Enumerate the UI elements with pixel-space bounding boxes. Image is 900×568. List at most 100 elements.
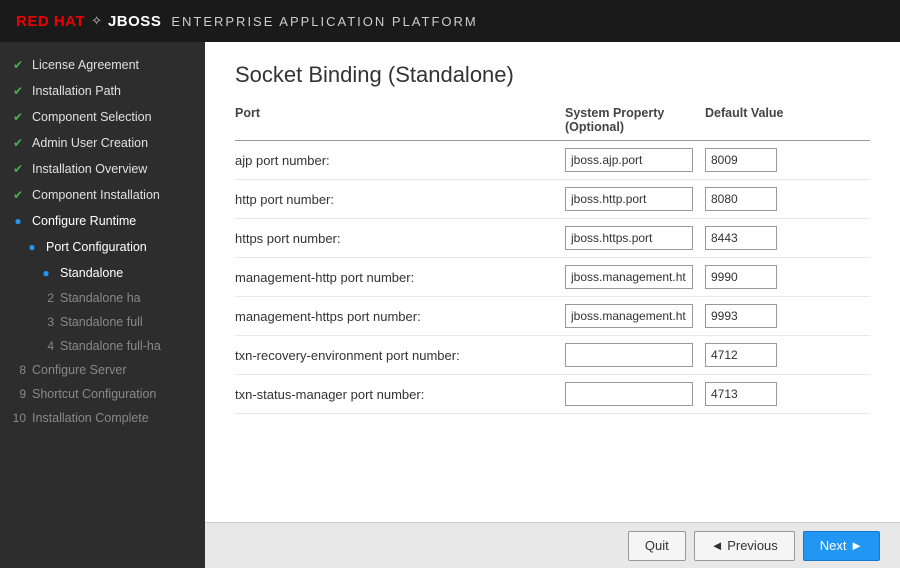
port-row-ajp: ajp port number:	[235, 141, 870, 180]
port-label: management-https port number:	[235, 309, 565, 324]
check-icon: ✔	[10, 161, 26, 177]
check-icon: ✔	[10, 109, 26, 125]
jboss-text: JBOSS	[108, 13, 161, 30]
port-label: txn-recovery-environment port number:	[235, 348, 565, 363]
txn-status-sysprop-input[interactable]	[565, 382, 693, 406]
hat-icon: ✧	[91, 13, 102, 29]
default-cell	[705, 226, 835, 250]
port-label: https port number:	[235, 231, 565, 246]
txn-status-default-input[interactable]	[705, 382, 777, 406]
sysprop-cell	[565, 187, 705, 211]
table-header: Port System Property(Optional) Default V…	[235, 106, 870, 141]
sidebar-item-standalone-full-ha[interactable]: 4 Standalone full-ha	[0, 334, 205, 358]
sidebar-label: License Agreement	[32, 58, 139, 72]
page-title: Socket Binding (Standalone)	[235, 62, 870, 88]
circle-active-icon: ●	[10, 213, 26, 229]
mgmt-http-sysprop-input[interactable]	[565, 265, 693, 289]
port-row-txn-recovery: txn-recovery-environment port number:	[235, 336, 870, 375]
sidebar-label: Component Selection	[32, 110, 152, 124]
default-cell	[705, 343, 835, 367]
sidebar-item-install-path[interactable]: ✔ Installation Path	[0, 78, 205, 104]
txn-recovery-default-input[interactable]	[705, 343, 777, 367]
sidebar-label: Configure Server	[32, 363, 127, 377]
sysprop-cell	[565, 382, 705, 406]
red-hat-text: RED HAT	[16, 13, 85, 30]
ajp-sysprop-input[interactable]	[565, 148, 693, 172]
sidebar-label: Standalone ha	[60, 291, 141, 305]
port-label: txn-status-manager port number:	[235, 387, 565, 402]
port-label: http port number:	[235, 192, 565, 207]
sidebar-label: Installation Complete	[32, 411, 149, 425]
content-area: Socket Binding (Standalone) Port System …	[205, 42, 900, 522]
https-sysprop-input[interactable]	[565, 226, 693, 250]
logo: RED HAT ✧ JBOSS ENTERPRISE APPLICATION P…	[16, 13, 478, 30]
sidebar-item-admin-user[interactable]: ✔ Admin User Creation	[0, 130, 205, 156]
sidebar-label: Shortcut Configuration	[32, 387, 156, 401]
sidebar-item-port-config[interactable]: ● Port Configuration	[0, 234, 205, 260]
port-row-https: https port number:	[235, 219, 870, 258]
sidebar-item-standalone-ha[interactable]: 2 Standalone ha	[0, 286, 205, 310]
col-default-header: Default Value	[705, 106, 835, 134]
sysprop-cell	[565, 343, 705, 367]
quit-button[interactable]: Quit	[628, 531, 686, 561]
http-default-input[interactable]	[705, 187, 777, 211]
sidebar-label: Component Installation	[32, 188, 160, 202]
default-cell	[705, 265, 835, 289]
sidebar-label: Configure Runtime	[32, 214, 136, 228]
sidebar-item-configure-runtime[interactable]: ● Configure Runtime	[0, 208, 205, 234]
sidebar-item-component-install[interactable]: ✔ Component Installation	[0, 182, 205, 208]
footer: Quit ◄ Previous Next ►	[205, 522, 900, 568]
port-label: ajp port number:	[235, 153, 565, 168]
port-row-txn-status: txn-status-manager port number:	[235, 375, 870, 414]
https-default-input[interactable]	[705, 226, 777, 250]
sidebar-label: Standalone full	[60, 315, 143, 329]
http-sysprop-input[interactable]	[565, 187, 693, 211]
sidebar-item-install-overview[interactable]: ✔ Installation Overview	[0, 156, 205, 182]
check-icon: ✔	[10, 57, 26, 73]
mgmt-https-default-input[interactable]	[705, 304, 777, 328]
sysprop-cell	[565, 304, 705, 328]
main-content: Socket Binding (Standalone) Port System …	[205, 42, 900, 568]
step-num: 9	[10, 387, 26, 401]
check-icon: ✔	[10, 135, 26, 151]
check-icon: ✔	[10, 83, 26, 99]
port-label: management-http port number:	[235, 270, 565, 285]
txn-recovery-sysprop-input[interactable]	[565, 343, 693, 367]
sidebar-item-component-sel[interactable]: ✔ Component Selection	[0, 104, 205, 130]
port-row-mgmt-http: management-http port number:	[235, 258, 870, 297]
step-num: 10	[10, 411, 26, 425]
mgmt-http-default-input[interactable]	[705, 265, 777, 289]
col-port-header: Port	[235, 106, 565, 134]
sidebar-item-configure-server[interactable]: 8 Configure Server	[0, 358, 205, 382]
main-layout: ✔ License Agreement ✔ Installation Path …	[0, 42, 900, 568]
step-num: 3	[38, 315, 54, 329]
col-sysprop-header: System Property(Optional)	[565, 106, 705, 134]
step-num: 2	[38, 291, 54, 305]
default-cell	[705, 148, 835, 172]
previous-button[interactable]: ◄ Previous	[694, 531, 795, 561]
sidebar-label: Port Configuration	[46, 240, 147, 254]
sidebar-item-install-complete[interactable]: 10 Installation Complete	[0, 406, 205, 430]
sidebar-label: Installation Overview	[32, 162, 147, 176]
sysprop-cell	[565, 148, 705, 172]
circle-active-icon: ●	[24, 239, 40, 255]
sysprop-cell	[565, 265, 705, 289]
default-cell	[705, 187, 835, 211]
default-cell	[705, 304, 835, 328]
step-num: 8	[10, 363, 26, 377]
sidebar-item-standalone-full[interactable]: 3 Standalone full	[0, 310, 205, 334]
sysprop-cell	[565, 226, 705, 250]
sidebar-item-shortcut-config[interactable]: 9 Shortcut Configuration	[0, 382, 205, 406]
sidebar-item-standalone[interactable]: ● Standalone	[0, 260, 205, 286]
sidebar: ✔ License Agreement ✔ Installation Path …	[0, 42, 205, 568]
next-button[interactable]: Next ►	[803, 531, 880, 561]
circle-sub-icon: ●	[38, 265, 54, 281]
port-row-http: http port number:	[235, 180, 870, 219]
sidebar-label: Installation Path	[32, 84, 121, 98]
mgmt-https-sysprop-input[interactable]	[565, 304, 693, 328]
ajp-default-input[interactable]	[705, 148, 777, 172]
app-title-text: ENTERPRISE APPLICATION PLATFORM	[171, 14, 477, 29]
sidebar-label: Admin User Creation	[32, 136, 148, 150]
default-cell	[705, 382, 835, 406]
sidebar-item-license[interactable]: ✔ License Agreement	[0, 52, 205, 78]
